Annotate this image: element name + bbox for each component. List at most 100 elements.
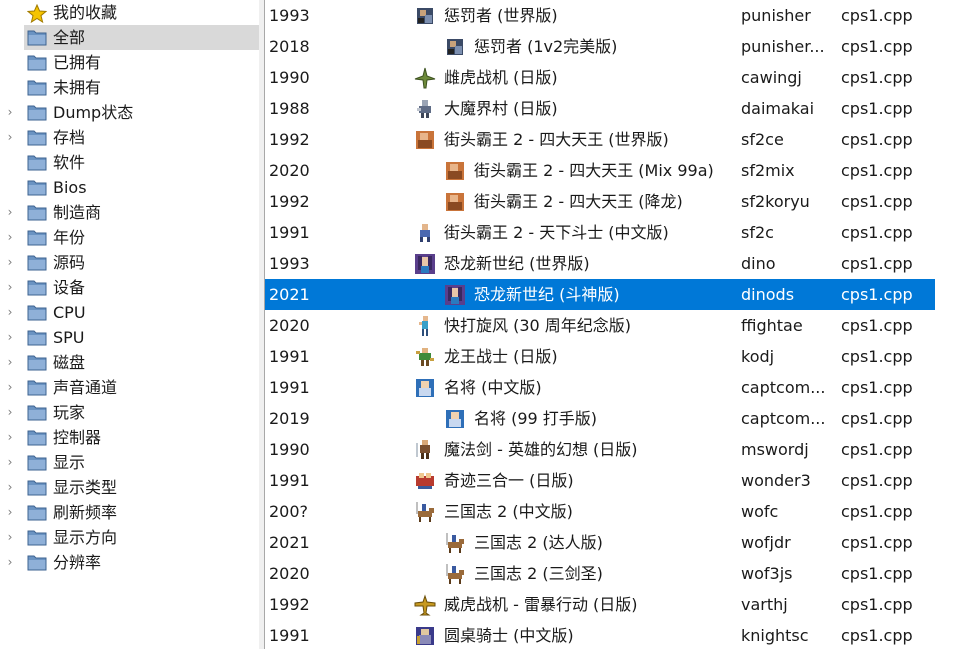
source-file-cell: cps1.cpp [841,285,913,304]
game-row[interactable]: 2020 快打旋风 (30 周年纪念版) ffightae cps1.cpp [265,310,976,341]
game-row[interactable]: 1991 奇迹三合一 (日版) wonder3 cps1.cpp [265,465,976,496]
game-row[interactable]: 1992 街头霸王 2 - 四大天王 (世界版) sf2ce cps1.cpp [265,124,976,155]
tree-item[interactable]: Bios [0,175,259,200]
sword-icon [414,439,436,461]
tree-item[interactable]: › Dump状态 [0,100,259,125]
tree-item[interactable]: › 存档 [0,125,259,150]
tree-item[interactable]: › 显示方向 [0,525,259,550]
tree-item[interactable]: › 年份 [0,225,259,250]
game-row[interactable]: 2019 名将 (99 打手版) captcom... cps1.cpp [265,403,976,434]
source-file-cell: cps1.cpp [841,440,913,459]
game-list[interactable]: 1993 惩罚者 (世界版) punisher cps1.cpp 2018 惩罚者 (1v… [265,0,976,649]
year-cell: 1992 [269,130,310,149]
tree-item-label: 软件 [53,153,86,172]
tree-item[interactable]: 全部 [0,25,259,50]
tree-item[interactable]: › 声音通道 [0,375,259,400]
tree-item-label: 显示方向 [53,528,118,547]
tree-item[interactable]: › 分辨率 [0,550,259,575]
expand-chevron-icon[interactable]: › [5,275,15,300]
tree-item-label: 显示类型 [53,478,118,497]
romset-cell: varthj [741,595,788,614]
game-name-cell: 大魔界村 (日版) [444,99,558,118]
game-row[interactable]: 1992 威虎战机 - 雷暴行动 (日版) varthj cps1.cpp [265,589,976,620]
tree-item[interactable]: 软件 [0,150,259,175]
game-row[interactable]: 1991 圆桌骑士 (中文版) knightsc cps1.cpp [265,620,976,649]
expand-chevron-icon[interactable]: › [5,500,15,525]
game-row[interactable]: 1988 大魔界村 (日版) daimakai cps1.cpp [265,93,976,124]
folder-tree[interactable]: 我的收藏 全部 已拥有 未拥有 › Dump状态 › 存档 软件 Bios › 制造商 › 年份 › 源码 › 设… [0,0,259,649]
romset-cell: mswordj [741,440,809,459]
expand-chevron-icon[interactable]: › [5,125,15,150]
source-file-cell: cps1.cpp [841,471,913,490]
expand-chevron-icon[interactable]: › [5,450,15,475]
tree-item[interactable]: 未拥有 [0,75,259,100]
tree-item[interactable]: › 设备 [0,275,259,300]
romset-cell: cawingj [741,68,802,87]
tree-item[interactable]: › SPU [0,325,259,350]
tree-item[interactable]: 已拥有 [0,50,259,75]
source-file-cell: cps1.cpp [841,192,913,211]
game-row[interactable]: 2021 三国志 2 (达人版) wofjdr cps1.cpp [265,527,976,558]
source-file-cell: cps1.cpp [841,6,913,25]
expand-chevron-icon[interactable]: › [5,425,15,450]
expand-chevron-icon[interactable]: › [5,525,15,550]
game-row[interactable]: 2018 惩罚者 (1v2完美版) punisher... cps1.cpp [265,31,976,62]
expand-chevron-icon[interactable]: › [5,200,15,225]
game-row[interactable]: 1992 街头霸王 2 - 四大天王 (降龙) sf2koryu cps1.cpp [265,186,976,217]
game-row[interactable]: 1991 龙王战士 (日版) kodj cps1.cpp [265,341,976,372]
game-row[interactable]: 200? 三国志 2 (中文版) wofc cps1.cpp [265,496,976,527]
game-row[interactable]: 2021 恐龙新世纪 (斗神版) dinods cps1.cpp [265,279,976,310]
tree-item-label: 全部 [53,28,86,47]
game-row[interactable]: 1990 雌虎战机 (日版) cawingj cps1.cpp [265,62,976,93]
game-name-cell: 名将 (99 打手版) [474,409,598,428]
game-name-cell: 奇迹三合一 (日版) [444,471,574,490]
year-cell: 1990 [269,440,310,459]
tree-item[interactable]: › CPU [0,300,259,325]
tree-item[interactable]: › 显示 [0,450,259,475]
year-cell: 1992 [269,595,310,614]
game-name-cell: 威虎战机 - 雷暴行动 (日版) [444,595,638,614]
game-row[interactable]: 1993 恐龙新世纪 (世界版) dino cps1.cpp [265,248,976,279]
expand-chevron-icon[interactable]: › [5,400,15,425]
expand-chevron-icon[interactable]: › [5,250,15,275]
tree-item[interactable]: › 制造商 [0,200,259,225]
expand-chevron-icon[interactable]: › [5,300,15,325]
romset-cell: kodj [741,347,775,366]
tree-item[interactable]: › 玩家 [0,400,259,425]
expand-chevron-icon[interactable]: › [5,550,15,575]
game-name-cell: 街头霸王 2 - 四大天王 (Mix 99a) [474,161,714,180]
tree-item-label: 控制器 [53,428,102,447]
romset-cell: captcom... [741,409,826,428]
source-file-cell: cps1.cpp [841,626,913,645]
tree-item[interactable]: › 控制器 [0,425,259,450]
game-row[interactable]: 2020 三国志 2 (三剑圣) wof3js cps1.cpp [265,558,976,589]
tree-item[interactable]: › 源码 [0,250,259,275]
game-row[interactable]: 1990 魔法剑 - 英雄的幻想 (日版) mswordj cps1.cpp [265,434,976,465]
year-cell: 1993 [269,254,310,273]
tree-item-label: 设备 [53,278,86,297]
expand-chevron-icon[interactable]: › [5,225,15,250]
expand-chevron-icon[interactable]: › [5,350,15,375]
tree-item[interactable]: › 显示类型 [0,475,259,500]
folder-icon [27,129,47,146]
year-cell: 2021 [269,533,310,552]
tree-item[interactable]: 我的收藏 [0,0,259,25]
folder-icon [27,354,47,371]
dino-icon [444,284,466,306]
expand-chevron-icon[interactable]: › [5,100,15,125]
tree-item-label: SPU [53,328,85,347]
source-file-cell: cps1.cpp [841,254,913,273]
game-row[interactable]: 1991 名将 (中文版) captcom... cps1.cpp [265,372,976,403]
tree-item[interactable]: › 磁盘 [0,350,259,375]
tree-item[interactable]: › 刷新频率 [0,500,259,525]
expand-chevron-icon[interactable]: › [5,375,15,400]
year-cell: 2021 [269,285,310,304]
game-row[interactable]: 1991 街头霸王 2 - 天下斗士 (中文版) sf2c cps1.cpp [265,217,976,248]
game-row[interactable]: 2020 街头霸王 2 - 四大天王 (Mix 99a) sf2mix cps1.cp… [265,155,976,186]
folder-icon [27,479,47,496]
expand-chevron-icon[interactable]: › [5,325,15,350]
tree-item-label: 未拥有 [53,78,102,97]
expand-chevron-icon[interactable]: › [5,475,15,500]
tree-item-label: 显示 [53,453,86,472]
game-row[interactable]: 1993 惩罚者 (世界版) punisher cps1.cpp [265,0,976,31]
